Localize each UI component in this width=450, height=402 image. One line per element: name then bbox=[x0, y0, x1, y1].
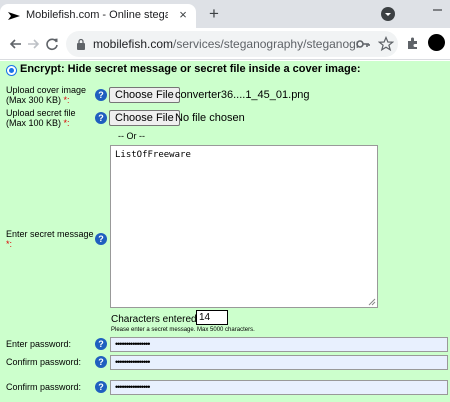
secret-file-file-name: No file chosen bbox=[175, 112, 245, 124]
minimize-icon[interactable] bbox=[425, 0, 450, 20]
encrypt-option[interactable]: Encrypt: Hide secret message or secret f… bbox=[0, 61, 450, 79]
mobilefish-favicon-icon bbox=[8, 12, 20, 20]
secret-message-text: ListOfFreeware bbox=[115, 150, 191, 160]
secret-message-textarea[interactable]: ListOfFreeware bbox=[110, 145, 378, 308]
address-bar[interactable]: mobilefish.com/services/steganography/st… bbox=[66, 31, 398, 57]
help-icon[interactable]: ? bbox=[95, 381, 107, 393]
browser-tab[interactable]: Mobilefish.com - Online steganography × bbox=[0, 4, 196, 28]
browser-toolbar: mobilefish.com/services/steganography/st… bbox=[0, 28, 450, 60]
new-tab-icon[interactable]: + bbox=[206, 5, 222, 22]
characters-entered-field: 14 bbox=[196, 310, 228, 325]
help-icon[interactable]: ? bbox=[95, 338, 107, 350]
extensions-puzzle-icon[interactable] bbox=[406, 36, 420, 50]
encrypt-label: Encrypt: Hide secret message or secret f… bbox=[20, 63, 361, 75]
confirm-password-label: Confirm password: bbox=[6, 357, 82, 367]
forward-icon[interactable] bbox=[25, 36, 41, 52]
enter-password-label: Enter password: bbox=[6, 339, 72, 349]
back-icon[interactable] bbox=[8, 36, 24, 52]
secret-message-label: Enter secret message *: bbox=[6, 229, 94, 249]
steganography-form: Encrypt: Hide secret message or secret f… bbox=[0, 61, 450, 402]
tab-title: Mobilefish.com - Online steganography bbox=[26, 9, 168, 21]
url-text: mobilefish.com/services/steganography/st… bbox=[93, 37, 358, 51]
required-marker: *: bbox=[63, 118, 70, 128]
tab-close-icon[interactable]: × bbox=[176, 8, 190, 22]
confirm-password-label-2: Confirm password: bbox=[6, 382, 82, 392]
bookmark-star-icon[interactable] bbox=[378, 36, 394, 52]
help-icon[interactable]: ? bbox=[95, 356, 107, 368]
secret-file-label-line1: Upload secret file bbox=[6, 108, 76, 118]
confirm-password-field-2[interactable]: •••••••••••••••• bbox=[110, 380, 448, 395]
cover-image-choose-file-button[interactable]: Choose File bbox=[109, 87, 180, 103]
cover-image-label-line2: (Max 300 KB) bbox=[6, 95, 62, 105]
secret-message-label-text: Enter secret message bbox=[6, 229, 94, 239]
secret-file-label-line2: (Max 100 KB) bbox=[6, 118, 62, 128]
required-marker: *: bbox=[63, 95, 70, 105]
url-path: /services/steganography/steganograph... bbox=[173, 37, 358, 51]
enter-password-field[interactable]: •••••••••••••••• bbox=[110, 337, 448, 352]
confirm-password-field[interactable]: •••••••••••••••• bbox=[110, 355, 448, 370]
lock-icon[interactable] bbox=[76, 38, 86, 50]
profile-avatar[interactable] bbox=[428, 34, 445, 51]
resize-handle-icon[interactable] bbox=[368, 298, 376, 306]
cover-image-file-name: converter36....1_45_01.png bbox=[175, 89, 310, 101]
secret-file-choose-file-button[interactable]: Choose File bbox=[109, 110, 180, 126]
secret-file-label: Upload secret file (Max 100 KB) *: bbox=[6, 108, 76, 128]
reload-icon[interactable] bbox=[44, 36, 60, 52]
secret-message-hint: Please enter a secret message. Max 5000 … bbox=[111, 327, 255, 333]
cover-image-label: Upload cover image (Max 300 KB) *: bbox=[6, 85, 86, 105]
required-marker: *: bbox=[6, 239, 13, 249]
encrypt-radio[interactable] bbox=[6, 65, 17, 76]
tab-search-icon[interactable] bbox=[381, 7, 395, 21]
cover-image-label-line1: Upload cover image bbox=[6, 85, 87, 95]
or-separator: -- Or -- bbox=[118, 131, 145, 141]
help-icon[interactable]: ? bbox=[95, 112, 107, 124]
tab-bar: Mobilefish.com - Online steganography × … bbox=[0, 0, 450, 28]
characters-entered-label: Characters entered: bbox=[111, 314, 200, 325]
help-icon[interactable]: ? bbox=[95, 233, 107, 245]
help-icon[interactable]: ? bbox=[95, 89, 107, 101]
url-host: mobilefish.com bbox=[93, 37, 174, 51]
key-icon[interactable] bbox=[356, 38, 370, 50]
